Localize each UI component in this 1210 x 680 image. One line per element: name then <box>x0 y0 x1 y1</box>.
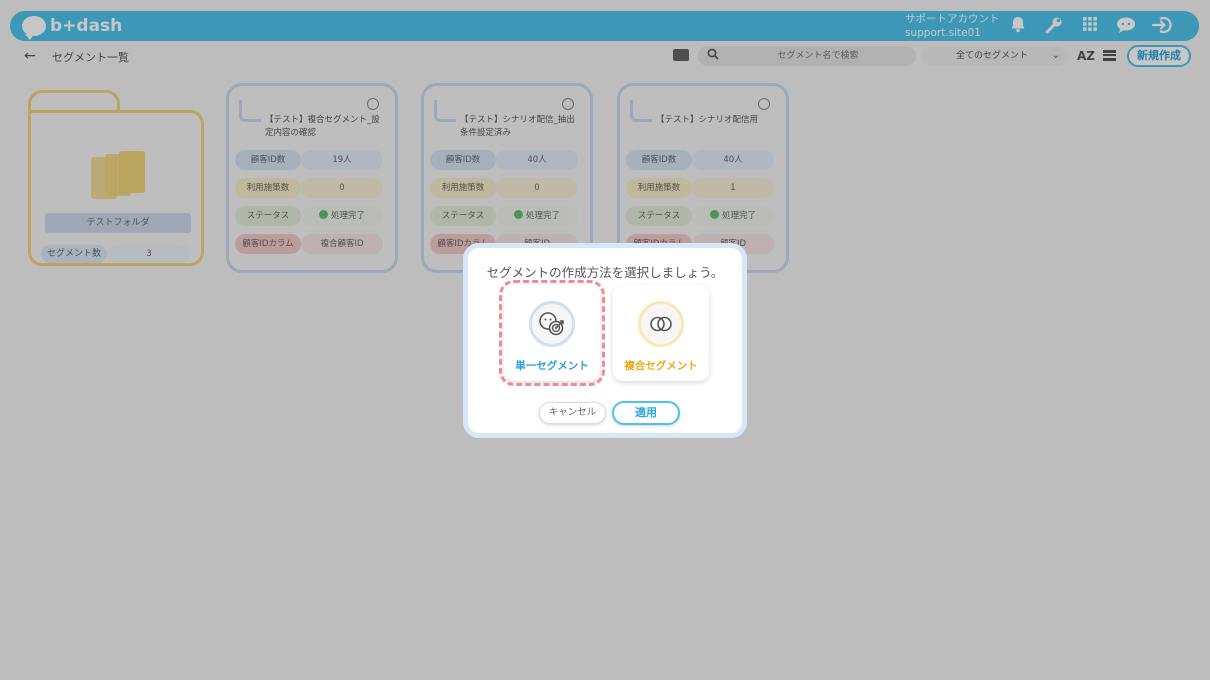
target-icon <box>529 301 575 347</box>
single-segment-label: 単一セグメント <box>515 360 589 372</box>
compound-segment-option[interactable]: 複合セグメント <box>613 285 709 381</box>
dialog-title: セグメントの作成方法を選択しましょう。 <box>486 265 724 280</box>
compound-segment-label: 複合セグメント <box>624 360 698 372</box>
cancel-button[interactable]: キャンセル <box>539 402 606 424</box>
single-segment-option[interactable]: 単一セグメント <box>499 280 605 386</box>
create-method-dialog: セグメントの作成方法を選択しましょう。 単一セグメント 複合セグメント キャンセ… <box>463 243 747 438</box>
overlap-circles-icon <box>638 301 684 347</box>
apply-button[interactable]: 適用 <box>612 401 680 425</box>
